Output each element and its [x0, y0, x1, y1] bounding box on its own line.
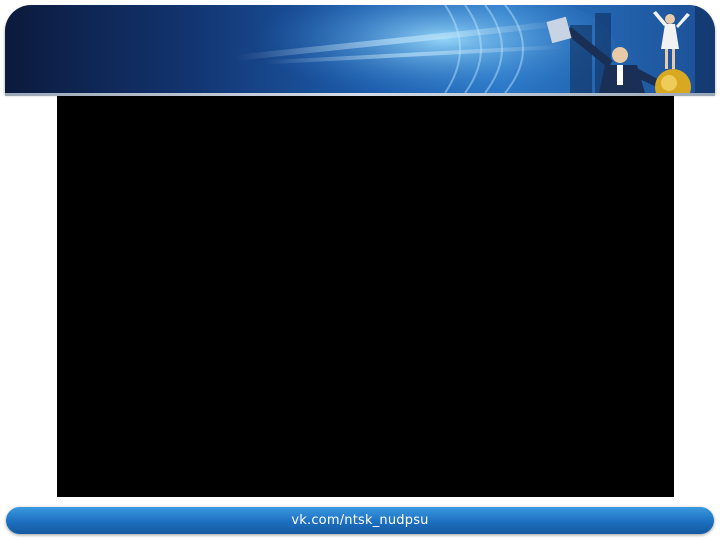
businesswoman-figure — [653, 11, 690, 69]
header-artwork — [235, 5, 715, 93]
slide-content-area — [57, 96, 674, 497]
footer-bar: vk.com/ntsk_nudpsu — [6, 507, 714, 534]
footer-link[interactable]: vk.com/ntsk_nudpsu — [6, 513, 714, 528]
header-banner — [5, 5, 715, 93]
